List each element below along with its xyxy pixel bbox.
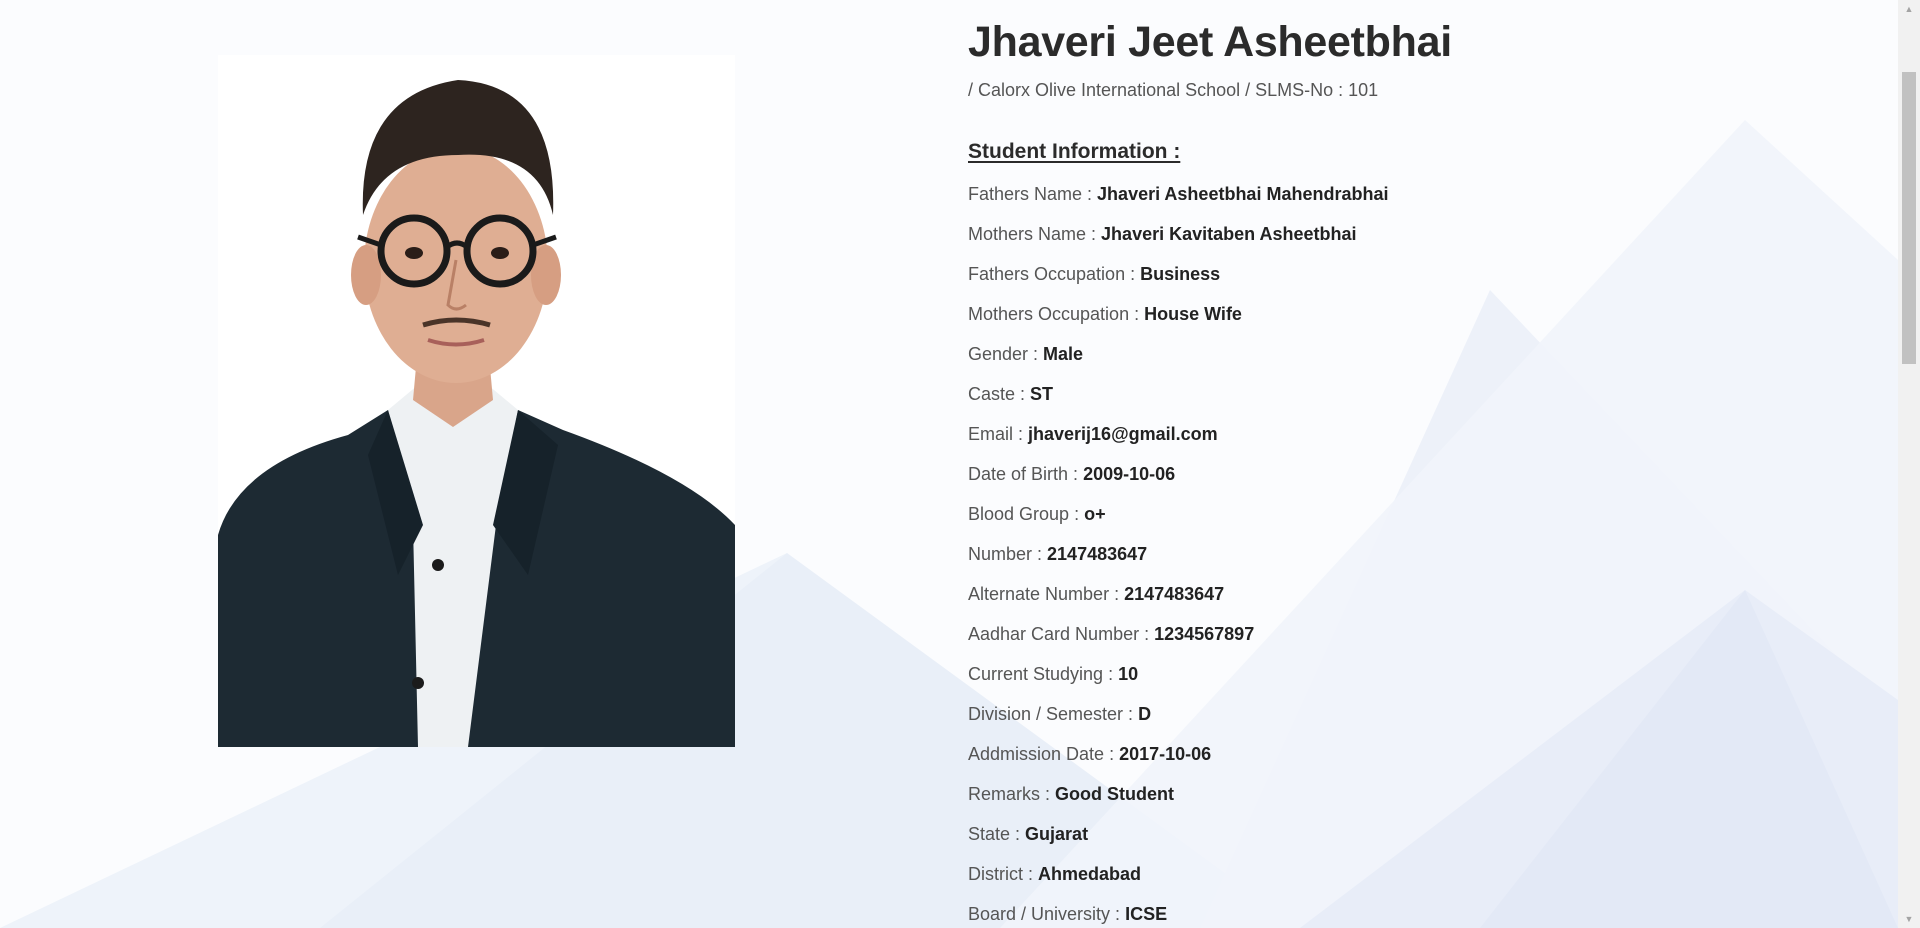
field-label: Board / University :: [968, 904, 1126, 924]
student-photo: [218, 55, 735, 747]
field-label: Aadhar Card Number :: [968, 624, 1155, 644]
info-row: Gender : Male: [968, 334, 1868, 374]
vertical-scrollbar[interactable]: ▲ ▼: [1898, 0, 1920, 928]
field-value: jhaverij16@gmail.com: [1028, 424, 1218, 444]
field-value: 10: [1118, 664, 1139, 684]
field-label: Mothers Occupation :: [968, 304, 1145, 324]
scroll-down-arrow-icon[interactable]: ▼: [1898, 910, 1920, 928]
scrollbar-thumb[interactable]: [1902, 72, 1916, 364]
field-value: Business: [1140, 264, 1221, 284]
field-label: Current Studying :: [968, 664, 1119, 684]
field-label: Email :: [968, 424, 1029, 444]
info-row: Caste : ST: [968, 374, 1868, 414]
field-label: District :: [968, 864, 1038, 884]
field-value: 1234567897: [1154, 624, 1255, 644]
student-profile-page: Jhaveri Jeet Asheetbhai / Calorx Olive I…: [0, 0, 1898, 928]
field-value: Jhaveri Kavitaben Asheetbhai: [1101, 224, 1357, 244]
field-value: Ahmedabad: [1038, 864, 1142, 884]
school-breadcrumb: / Calorx Olive International School / SL…: [968, 80, 1379, 100]
info-row: Current Studying : 10: [968, 654, 1868, 694]
field-value: D: [1138, 704, 1152, 724]
info-row: Mothers Occupation : House Wife: [968, 294, 1868, 334]
student-name: Jhaveri Jeet Asheetbhai: [968, 18, 1452, 66]
field-value: ICSE: [1125, 904, 1168, 924]
field-label: Number :: [968, 544, 1048, 564]
info-row: State : Gujarat: [968, 814, 1868, 854]
info-row: Fathers Name : Jhaveri Asheetbhai Mahend…: [968, 174, 1868, 214]
info-row: Date of Birth : 2009-10-06: [968, 454, 1868, 494]
info-row: Email : jhaverij16@gmail.com: [968, 414, 1868, 454]
info-row: Blood Group : o+: [968, 494, 1868, 534]
info-row: Number : 2147483647: [968, 534, 1868, 574]
field-label: Mothers Name :: [968, 224, 1102, 244]
field-label: Gender :: [968, 344, 1044, 364]
field-value: 2017-10-06: [1119, 744, 1212, 764]
scroll-up-arrow-icon[interactable]: ▲: [1898, 0, 1920, 18]
field-label: Caste :: [968, 384, 1031, 404]
field-value: 2147483647: [1047, 544, 1148, 564]
field-label: Alternate Number :: [968, 584, 1125, 604]
info-row: Fathers Occupation : Business: [968, 254, 1868, 294]
section-heading: Student Information :: [968, 140, 1181, 163]
student-info-panel: Jhaveri Jeet Asheetbhai / Calorx Olive I…: [968, 16, 1868, 928]
info-fields: Fathers Name : Jhaveri Asheetbhai Mahend…: [968, 174, 1868, 928]
info-row: Alternate Number : 2147483647: [968, 574, 1868, 614]
field-label: Fathers Name :: [968, 184, 1098, 204]
field-label: Blood Group :: [968, 504, 1085, 524]
info-row: Mothers Name : Jhaveri Kavitaben Asheetb…: [968, 214, 1868, 254]
info-row: Addmission Date : 2017-10-06: [968, 734, 1868, 774]
info-row: Division / Semester : D: [968, 694, 1868, 734]
field-value: Gujarat: [1025, 824, 1089, 844]
field-value: House Wife: [1144, 304, 1242, 324]
field-label: Fathers Occupation :: [968, 264, 1141, 284]
field-label: State :: [968, 824, 1026, 844]
field-value: Jhaveri Asheetbhai Mahendrabhai: [1097, 184, 1389, 204]
field-label: Remarks :: [968, 784, 1056, 804]
field-label: Addmission Date :: [968, 744, 1120, 764]
field-value: Male: [1043, 344, 1084, 364]
info-row: District : Ahmedabad: [968, 854, 1868, 894]
info-row: Remarks : Good Student: [968, 774, 1868, 814]
field-value: ST: [1030, 384, 1054, 404]
field-label: Date of Birth :: [968, 464, 1084, 484]
field-value: o+: [1084, 504, 1106, 524]
info-row: Aadhar Card Number : 1234567897: [968, 614, 1868, 654]
field-value: 2147483647: [1124, 584, 1225, 604]
field-label: Division / Semester :: [968, 704, 1139, 724]
info-row: Board / University : ICSE: [968, 894, 1868, 928]
field-value: Good Student: [1055, 784, 1174, 804]
field-value: 2009-10-06: [1083, 464, 1176, 484]
